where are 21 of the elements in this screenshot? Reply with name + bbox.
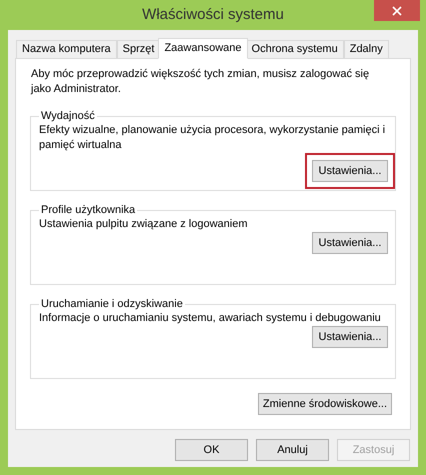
settings-button[interactable]: Ustawienia... bbox=[312, 232, 388, 254]
tab[interactable]: Nazwa komputera bbox=[16, 40, 117, 59]
group-description: Informacje o uruchamianiu systemu, awariach systemu i debugowaniu bbox=[39, 311, 382, 326]
environment-variables-button[interactable]: Zmienne środowiskowe... bbox=[258, 393, 392, 415]
group-title: Uruchamianie i odzyskiwanie bbox=[40, 297, 184, 311]
tab[interactable]: Zdalny bbox=[344, 40, 389, 59]
dialog-button[interactable]: Anuluj bbox=[256, 439, 329, 461]
tab[interactable]: Zaawansowane bbox=[158, 38, 248, 59]
tab[interactable]: Sprzęt bbox=[116, 40, 160, 59]
group-description: Efekty wizualne, planowanie użycia procesora, wykorzystanie pamięci i pamięć wirtualna bbox=[39, 123, 386, 153]
dialog-button[interactable]: OK bbox=[175, 439, 248, 461]
close-icon bbox=[392, 6, 402, 16]
group-title: Wydajność bbox=[40, 109, 96, 123]
settings-button[interactable]: Ustawienia... bbox=[312, 160, 388, 182]
group-title: Profile użytkownika bbox=[40, 203, 136, 217]
tab[interactable]: Ochrona systemu bbox=[246, 40, 344, 59]
window-title: Właściwości systemu bbox=[142, 4, 284, 25]
group-description: Ustawienia pulpitu związane z logowaniem bbox=[39, 217, 249, 232]
settings-button[interactable]: Ustawienia... bbox=[312, 326, 388, 348]
admin-notice: Aby móc przeprowadzić większość tych zmian, musisz zalogować się jako Administrator. bbox=[30, 67, 370, 97]
close-button[interactable] bbox=[374, 0, 420, 21]
